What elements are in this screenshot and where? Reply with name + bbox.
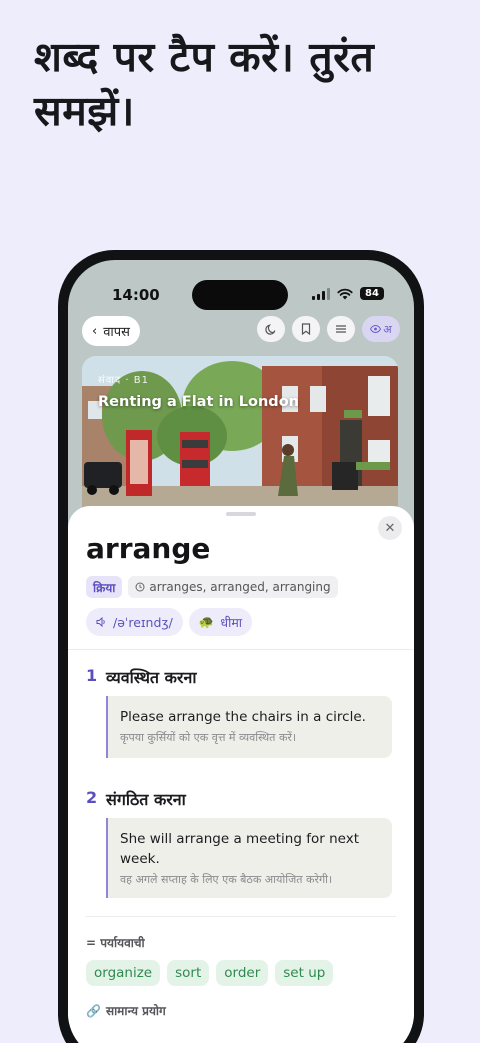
bookmark-button[interactable] [292, 316, 320, 342]
hero-meta: संवाद · B1 [98, 375, 149, 386]
list-button[interactable] [327, 316, 355, 342]
divider [86, 916, 396, 917]
pronunciation-row: /əˈreɪndʒ/ 🐢 धीमा [86, 608, 253, 636]
lang-label: अ [383, 322, 392, 336]
word-detail-sheet: ✕ arrange क्रिया arranges, arranged, arr… [68, 506, 414, 1043]
slow-label: धीमा [220, 614, 243, 630]
example-english: Please arrange the chairs in a circle. [120, 709, 366, 725]
slow-playback-button[interactable]: 🐢 धीमा [188, 608, 253, 636]
link-icon: 🔗 [86, 1003, 101, 1018]
dark-mode-button[interactable] [257, 316, 285, 342]
divider [68, 649, 414, 650]
headword: arrange [86, 532, 211, 565]
back-button[interactable]: ‹ वापस [82, 316, 140, 346]
part-of-speech-badge: क्रिया [86, 576, 123, 598]
sense-number: 1 [86, 666, 98, 685]
example-card[interactable]: Please arrange the chairs in a circle. क… [106, 696, 392, 758]
word-tags: क्रिया arranges, arranged, arranging [86, 576, 338, 598]
top-nav: ‹ वापस अ [82, 316, 400, 348]
translation-toggle[interactable]: अ [362, 316, 400, 342]
pronunciation-button[interactable]: /əˈreɪndʒ/ [86, 608, 183, 636]
moon-icon [265, 324, 276, 335]
example-hindi: कृपया कुर्सियों को एक वृत्त में व्यवस्थि… [120, 731, 297, 744]
sense-number: 2 [86, 788, 98, 807]
word-forms: arranges, arranged, arranging [149, 580, 331, 594]
close-icon: ✕ [384, 520, 396, 536]
bookmark-icon [301, 323, 311, 335]
eye-icon [370, 325, 382, 333]
turtle-icon: 🐢 [198, 614, 215, 629]
hero-title: Renting a Flat in London [98, 394, 299, 410]
synonym-chip[interactable]: set up [275, 960, 334, 986]
synonym-chip[interactable]: sort [167, 960, 210, 986]
nav-actions: अ [257, 316, 400, 342]
synonyms-list: organize sort order set up [86, 960, 334, 986]
phone-screen: 14:00 84 ‹ वापस अ संवाद · B1 Renting a F… [68, 260, 414, 1043]
synonyms-heading: = पर्यायवाची [86, 936, 145, 950]
speaker-icon [96, 617, 105, 627]
dynamic-island [192, 280, 288, 310]
back-label: वापस [103, 325, 130, 340]
clock-icon [135, 582, 145, 592]
usage-label: सामान्य प्रयोग [105, 1004, 166, 1018]
synonym-chip[interactable]: order [216, 960, 269, 986]
example-hindi: वह अगले सप्ताह के लिए एक बैठक आयोजित करे… [120, 873, 333, 886]
example-card[interactable]: She will arrange a meeting for next week… [106, 818, 392, 898]
ipa-text: /əˈreɪndʒ/ [113, 614, 173, 630]
status-icons: 84 [312, 287, 384, 300]
sense-definition: संगठित करना [106, 790, 186, 809]
chevron-left-icon: ‹ [92, 323, 98, 339]
headline: शब्द पर टैप करें। तुरंत समझें। [34, 33, 375, 135]
word-forms-badge: arranges, arranged, arranging [128, 576, 338, 598]
example-english: She will arrange a meeting for next week… [120, 831, 359, 867]
phone-frame: 14:00 84 ‹ वापस अ संवाद · B1 Renting a F… [58, 250, 424, 1043]
status-time: 14:00 [112, 286, 160, 304]
status-bar: 14:00 84 [68, 260, 414, 320]
sheet-grabber[interactable] [226, 512, 256, 516]
sense-definition: व्यवस्थित करना [106, 668, 197, 687]
close-button[interactable]: ✕ [378, 516, 402, 540]
common-usage-heading: 🔗 सामान्य प्रयोग [86, 1002, 166, 1019]
battery-icon: 84 [360, 287, 384, 300]
list-icon [336, 325, 346, 333]
lesson-hero-image[interactable]: संवाद · B1 Renting a Flat in London [82, 356, 398, 520]
synonym-chip[interactable]: organize [86, 960, 161, 986]
wifi-icon [337, 288, 353, 299]
signal-icon [312, 287, 330, 300]
